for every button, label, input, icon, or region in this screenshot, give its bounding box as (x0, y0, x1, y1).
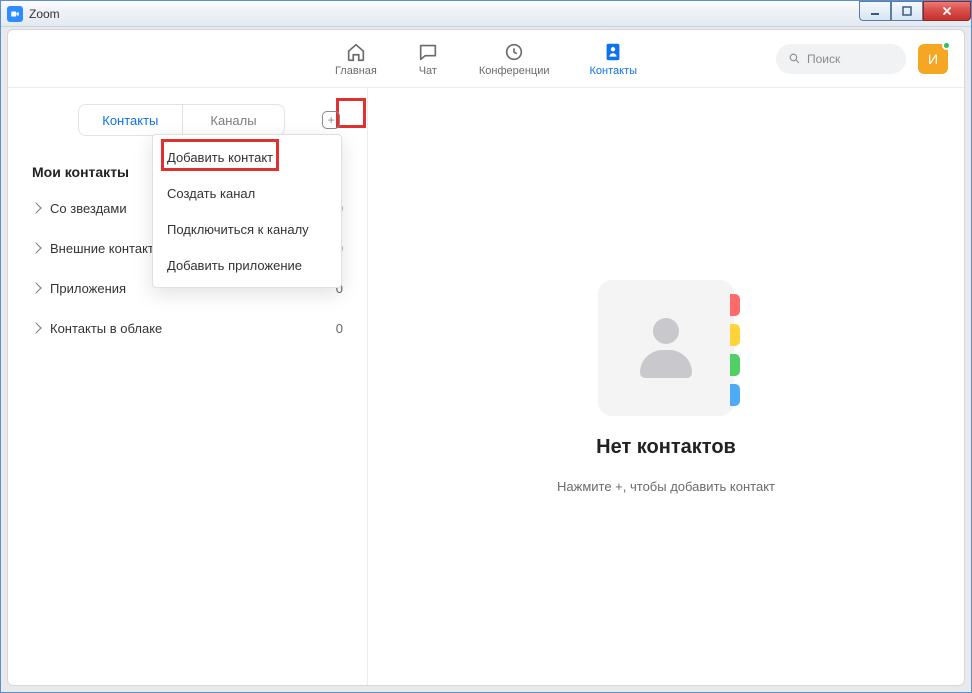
app-window: Главная Чат Конференции Контакты (7, 29, 965, 686)
tab-contacts-label: Контакты (102, 113, 158, 128)
category-starred-label: Со звездами (50, 201, 127, 216)
presence-indicator-icon (942, 41, 951, 50)
tab-contacts[interactable]: Контакты (79, 105, 182, 135)
window-maximize-button[interactable] (891, 1, 923, 21)
empty-title: Нет контактов (596, 436, 736, 459)
nav-home-label: Главная (335, 65, 377, 77)
category-external-label: Внешние контакты (50, 241, 163, 256)
menu-add-app[interactable]: Добавить приложение (153, 247, 341, 283)
add-button[interactable]: + (319, 108, 343, 132)
avatar[interactable]: И (918, 44, 948, 74)
sidebar: Контакты Каналы + Добавить контакт Созда… (8, 88, 368, 685)
tab-channels-label: Каналы (210, 113, 256, 128)
empty-subtitle: Нажмите +, чтобы добавить контакт (557, 479, 775, 494)
avatar-initial: И (928, 51, 938, 67)
titlebar[interactable]: Zoom (1, 1, 971, 27)
search-placeholder: Поиск (807, 52, 840, 66)
plus-icon: + (322, 111, 340, 129)
nav-home[interactable]: Главная (327, 39, 385, 79)
window-minimize-button[interactable] (859, 1, 891, 21)
empty-contacts-illustration-icon (598, 280, 734, 416)
nav-meetings-label: Конференции (479, 65, 550, 77)
nav-chat-label: Чат (419, 65, 437, 77)
nav-meetings[interactable]: Конференции (471, 39, 558, 79)
sidebar-tabs: Контакты Каналы (78, 104, 285, 136)
menu-join-channel-label: Подключиться к каналу (167, 222, 309, 237)
menu-create-channel[interactable]: Создать канал (153, 175, 341, 211)
nav-contacts[interactable]: Контакты (582, 39, 646, 79)
menu-add-app-label: Добавить приложение (167, 258, 302, 273)
chevron-right-icon (30, 282, 41, 293)
category-cloud-label: Контакты в облаке (50, 321, 162, 336)
chevron-right-icon (30, 322, 41, 333)
top-nav: Главная Чат Конференции Контакты (8, 30, 964, 88)
chevron-right-icon (30, 242, 41, 253)
search-icon (788, 52, 801, 65)
menu-create-channel-label: Создать канал (167, 186, 255, 201)
nav-contacts-label: Контакты (590, 65, 638, 77)
search-input[interactable]: Поиск (776, 44, 906, 74)
menu-join-channel[interactable]: Подключиться к каналу (153, 211, 341, 247)
category-apps-label: Приложения (50, 281, 126, 296)
zoom-app-icon (7, 6, 23, 22)
nav-chat[interactable]: Чат (409, 39, 447, 79)
menu-add-contact-label: Добавить контакт (167, 150, 273, 165)
window-title: Zoom (29, 7, 60, 21)
os-window-frame: Zoom Главная Чат (0, 0, 972, 693)
main-empty-area: Нет контактов Нажмите +, чтобы добавить … (368, 88, 964, 685)
category-cloud-count: 0 (336, 321, 343, 336)
tab-channels[interactable]: Каналы (182, 105, 285, 135)
chevron-right-icon (30, 202, 41, 213)
add-dropdown-menu: Добавить контакт Создать канал Подключит… (152, 134, 342, 288)
category-cloud[interactable]: Контакты в облаке 0 (8, 308, 367, 348)
menu-add-contact[interactable]: Добавить контакт (153, 139, 341, 175)
window-close-button[interactable] (923, 1, 971, 21)
